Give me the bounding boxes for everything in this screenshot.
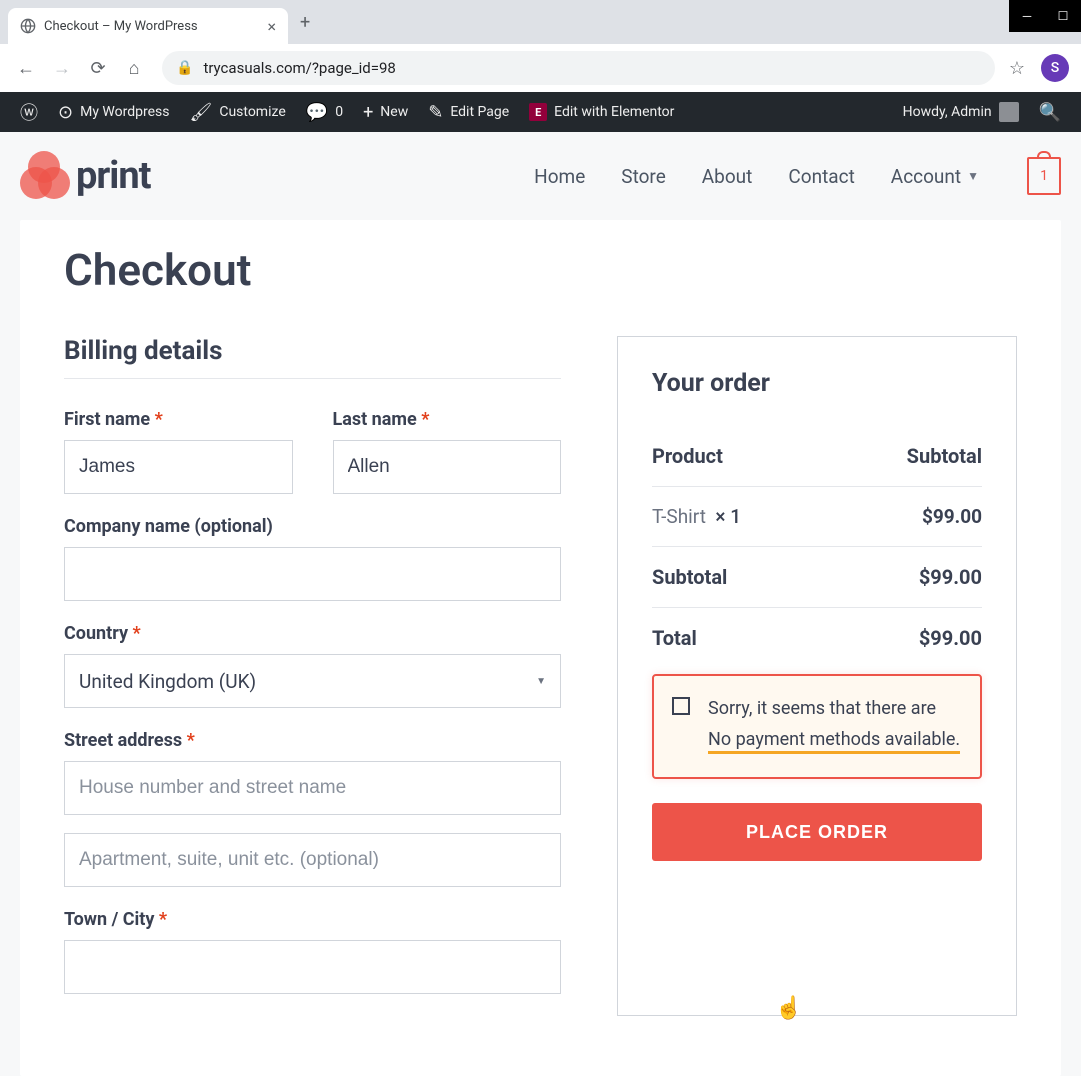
company-label: Company name (optional) <box>64 516 561 537</box>
wp-admin-bar: ⓦ ⊙My Wordpress 🖌Customize 💬0 +New ✎Edit… <box>0 92 1081 132</box>
new-tab-button[interactable]: + <box>300 12 310 33</box>
browser-tab[interactable]: Checkout – My WordPress × <box>8 8 288 44</box>
url-text: trycasuals.com/?page_id=98 <box>203 59 395 77</box>
town-input[interactable] <box>64 940 561 994</box>
nav-about[interactable]: About <box>702 165 753 188</box>
col-product: Product <box>652 444 907 468</box>
chevron-down-icon: ▼ <box>536 676 546 687</box>
cart-count: 1 <box>1040 168 1048 184</box>
first-name-label: First name * <box>64 409 293 430</box>
wp-howdy[interactable]: Howdy, Admin <box>893 92 1029 132</box>
wp-site-name[interactable]: ⊙My Wordpress <box>48 92 179 132</box>
street-label: Street address * <box>64 730 561 751</box>
nav-store[interactable]: Store <box>621 165 666 188</box>
reload-button[interactable]: ⟳ <box>84 54 112 82</box>
wp-comments[interactable]: 💬0 <box>296 92 353 132</box>
lock-icon: 🔒 <box>176 60 193 76</box>
wp-search[interactable]: 🔍 <box>1029 92 1071 132</box>
site-logo[interactable]: print <box>20 151 151 201</box>
order-summary: Your order Product Subtotal T-Shirt × 1 … <box>617 336 1017 1016</box>
country-select[interactable]: United Kingdom (UK) ▼ <box>64 654 561 708</box>
tab-title: Checkout – My WordPress <box>44 19 259 34</box>
billing-heading: Billing details <box>64 336 561 366</box>
page-title: Checkout <box>64 244 1017 296</box>
col-subtotal: Subtotal <box>907 444 982 468</box>
order-heading: Your order <box>652 369 982 398</box>
nav-account[interactable]: Account▼ <box>891 165 979 188</box>
payment-notice: Sorry, it seems that there are No paymen… <box>652 674 982 779</box>
country-label: Country * <box>64 623 561 644</box>
street-address-2-input[interactable] <box>64 833 561 887</box>
town-label: Town / City * <box>64 909 561 930</box>
globe-icon <box>20 18 36 34</box>
window-controls: ─ ☐ <box>1009 0 1081 32</box>
profile-avatar[interactable]: S <box>1041 54 1069 82</box>
wp-edit-elementor[interactable]: EEdit with Elementor <box>519 92 684 132</box>
total-label: Total <box>652 626 919 650</box>
place-order-button[interactable]: PLACE ORDER <box>652 803 982 861</box>
url-bar[interactable]: 🔒 trycasuals.com/?page_id=98 <box>162 51 995 85</box>
logo-text: print <box>76 154 151 198</box>
subtotal-label: Subtotal <box>652 565 919 589</box>
nav-contact[interactable]: Contact <box>788 165 854 188</box>
logo-mark-icon <box>20 151 70 201</box>
elementor-icon: E <box>529 103 547 121</box>
company-input[interactable] <box>64 547 561 601</box>
cart-button[interactable]: 1 <box>1027 157 1061 195</box>
avatar-icon <box>999 102 1019 122</box>
street-address-1-input[interactable] <box>64 761 561 815</box>
order-item-row: T-Shirt × 1 $99.00 <box>652 487 982 547</box>
last-name-input[interactable] <box>333 440 562 494</box>
back-button[interactable]: ← <box>12 54 40 82</box>
home-button[interactable]: ⌂ <box>120 54 148 82</box>
total-value: $99.00 <box>919 626 982 650</box>
notice-checkbox-icon <box>672 697 690 715</box>
maximize-button[interactable]: ☐ <box>1045 0 1081 32</box>
wp-new[interactable]: +New <box>353 92 418 132</box>
wp-edit-page[interactable]: ✎Edit Page <box>418 92 519 132</box>
nav-home[interactable]: Home <box>534 165 585 188</box>
bookmark-icon[interactable]: ☆ <box>1009 58 1025 79</box>
subtotal-value: $99.00 <box>919 565 982 589</box>
wp-customize[interactable]: 🖌Customize <box>179 92 295 132</box>
wp-logo[interactable]: ⓦ <box>10 92 48 132</box>
minimize-button[interactable]: ─ <box>1009 0 1045 32</box>
close-tab-icon[interactable]: × <box>267 17 276 36</box>
last-name-label: Last name * <box>333 409 562 430</box>
forward-button[interactable]: → <box>48 54 76 82</box>
chevron-down-icon: ▼ <box>967 169 979 183</box>
first-name-input[interactable] <box>64 440 293 494</box>
